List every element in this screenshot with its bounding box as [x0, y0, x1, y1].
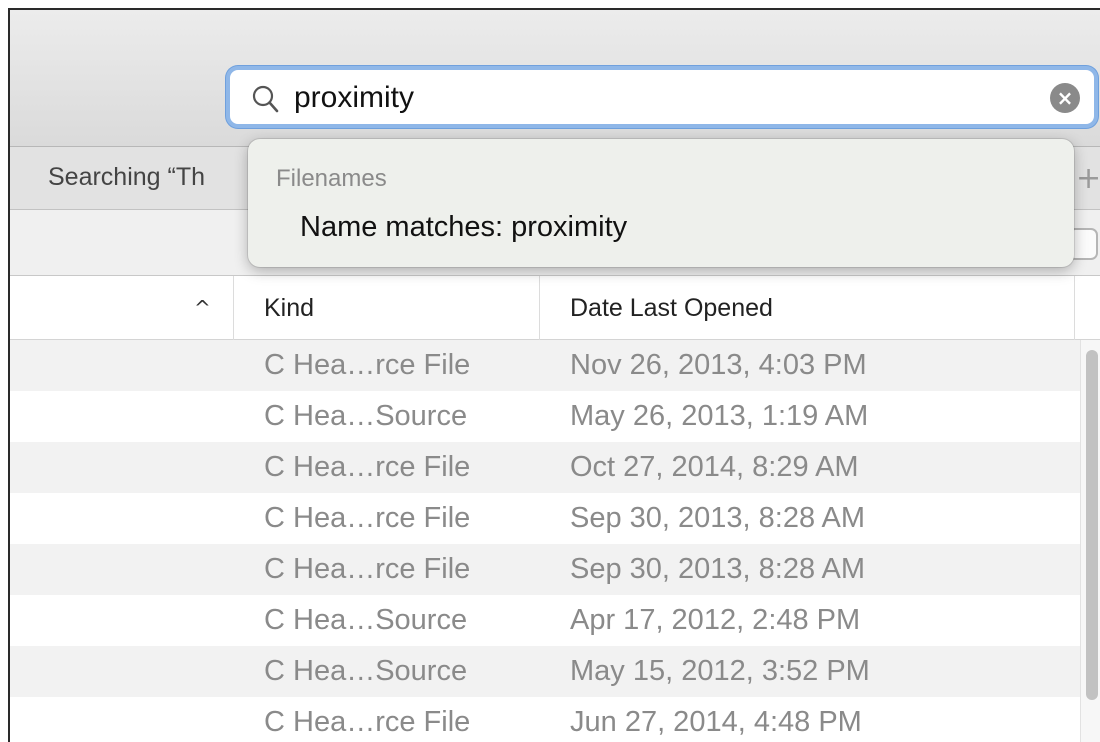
suggestion-name-matches[interactable]: Name matches: proximity — [300, 211, 627, 244]
column-header-date-label: Date Last Opened — [570, 294, 773, 322]
search-suggestions-menu: Filenames Name matches: proximity — [248, 139, 1074, 267]
table-row[interactable]: C Hea…rce File Sep 30, 2013, 8:28 AM — [10, 493, 1080, 544]
table-row[interactable]: C Hea…rce File Nov 26, 2013, 4:03 PM — [10, 340, 1080, 391]
cell-date: Jun 27, 2014, 4:48 PM — [570, 706, 862, 738]
search-input[interactable] — [294, 78, 1034, 118]
sort-ascending-icon[interactable]: ^ — [194, 296, 211, 320]
table-row[interactable]: C Hea…Source Apr 17, 2012, 2:48 PM — [10, 595, 1080, 646]
cell-kind: C Hea…rce File — [264, 502, 471, 534]
cell-date: Apr 17, 2012, 2:48 PM — [570, 604, 861, 636]
cell-date: Oct 27, 2014, 8:29 AM — [570, 451, 859, 483]
cell-date: Sep 30, 2013, 8:28 AM — [570, 502, 866, 534]
cell-kind: C Hea…rce File — [264, 451, 471, 483]
cell-kind: C Hea…Source — [264, 655, 468, 687]
cell-date: Nov 26, 2013, 4:03 PM — [570, 349, 867, 381]
search-field[interactable]: × — [226, 66, 1098, 128]
cell-date: Sep 30, 2013, 8:28 AM — [570, 553, 866, 585]
scope-label[interactable]: Searching “Th — [48, 163, 205, 192]
table-row[interactable]: C Hea…rce File Sep 30, 2013, 8:28 AM — [10, 544, 1080, 595]
cell-kind: C Hea…rce File — [264, 349, 471, 381]
column-header-date[interactable]: Date Last Opened — [540, 276, 1075, 340]
cell-date: May 26, 2013, 1:19 AM — [570, 400, 869, 432]
column-header-name[interactable]: ^ — [10, 276, 234, 340]
column-header-kind[interactable]: Kind — [234, 276, 540, 340]
clear-icon[interactable]: × — [1050, 83, 1080, 113]
cell-kind: C Hea…rce File — [264, 553, 471, 585]
add-icon[interactable]: + — [1076, 161, 1100, 196]
cell-kind: C Hea…Source — [264, 400, 468, 432]
file-list: C Hea…rce File Nov 26, 2013, 4:03 PM C H… — [10, 340, 1080, 742]
finder-window: × Searching “Th + ^ Kind Date Last Opene… — [8, 8, 1100, 742]
suggestion-section-label: Filenames — [276, 165, 387, 192]
table-row[interactable]: C Hea…Source May 15, 2012, 3:52 PM — [10, 646, 1080, 697]
scrollbar-thumb[interactable] — [1086, 350, 1098, 700]
table-row[interactable]: C Hea…Source May 26, 2013, 1:19 AM — [10, 391, 1080, 442]
toolbar: × — [10, 10, 1100, 147]
cell-kind: C Hea…Source — [264, 604, 468, 636]
vertical-scrollbar[interactable] — [1080, 340, 1100, 742]
column-header-row: ^ Kind Date Last Opened — [10, 276, 1100, 340]
cell-kind: C Hea…rce File — [264, 706, 471, 738]
table-row[interactable]: C Hea…rce File Jun 27, 2014, 4:48 PM — [10, 697, 1080, 742]
table-row[interactable]: C Hea…rce File Oct 27, 2014, 8:29 AM — [10, 442, 1080, 493]
search-icon — [252, 85, 279, 113]
cell-date: May 15, 2012, 3:52 PM — [570, 655, 870, 687]
column-header-kind-label: Kind — [264, 294, 315, 322]
